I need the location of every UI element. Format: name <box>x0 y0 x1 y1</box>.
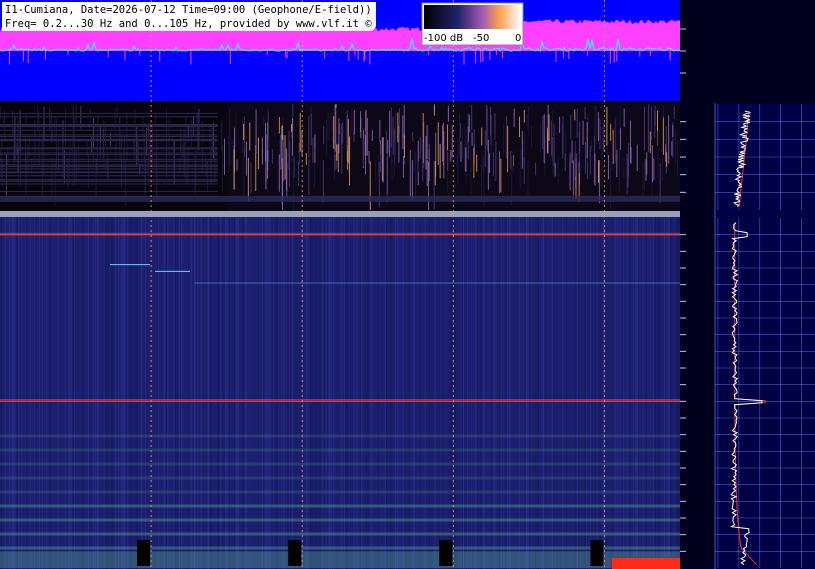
main-burst <box>612 558 680 569</box>
time-label-bg <box>288 540 302 566</box>
header-line-2: Freq= 0.2...30 Hz and 0...105 Hz, provid… <box>5 18 372 30</box>
panel-separator <box>0 211 680 217</box>
colorbar-gradient <box>424 5 521 29</box>
station-header: I1-Cumiana, Date=2026-07-12 Time=09:00 (… <box>2 2 376 31</box>
main-low-band <box>0 532 680 536</box>
main-low-band <box>0 546 680 550</box>
main-low-band <box>0 490 680 494</box>
colorbar: -100 dB -50 0 <box>421 2 524 46</box>
colorbar-label-mid: -50 <box>473 33 489 44</box>
time-label-group <box>590 540 604 566</box>
colorbar-label-min: -100 dB <box>424 33 463 44</box>
time-label-bg <box>590 540 604 566</box>
spectrum-side-panel <box>715 103 815 569</box>
main-low-band <box>0 518 680 522</box>
time-label-group <box>439 540 453 566</box>
main-low-band <box>0 476 680 480</box>
colorbar-label-max: 0 <box>515 33 521 44</box>
main-bottom-band <box>0 551 680 568</box>
vlf-spectrogram-screen: -100 dB -50 0 I1-Cumiana, Date=2026-07-1… <box>0 0 815 569</box>
lowfreq-fade <box>0 103 680 211</box>
header-line-1: I1-Cumiana, Date=2026-07-12 Time=09:00 (… <box>5 4 372 16</box>
time-label-bg <box>439 540 453 566</box>
main-low-band <box>0 434 680 438</box>
main-low-band <box>0 462 680 466</box>
time-label-bg <box>137 540 151 566</box>
main-low-band <box>0 448 680 452</box>
time-label-group <box>137 540 151 566</box>
main-low-band <box>0 504 680 508</box>
lowfreq-bottom-band <box>0 195 680 202</box>
time-label-group <box>288 540 302 566</box>
spectrogram-figure: -100 dB -50 0 <box>0 0 815 569</box>
